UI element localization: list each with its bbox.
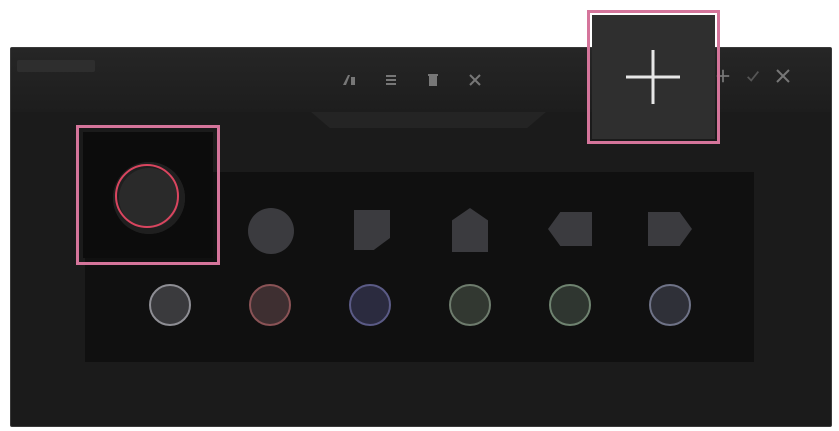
highlight-add-button (587, 10, 720, 144)
color-swatch-5[interactable] (549, 284, 591, 326)
toolbar-notch (311, 112, 546, 128)
delete-icon[interactable] (425, 72, 441, 88)
color-swatch-1[interactable] (149, 284, 191, 326)
selected-ring (115, 164, 179, 228)
check-icon[interactable] (745, 68, 761, 84)
color-swatch-4[interactable] (449, 284, 491, 326)
window-actions (715, 68, 791, 84)
color-swatch-3[interactable] (349, 284, 391, 326)
selected-shape-button[interactable] (113, 162, 185, 234)
color-swatch-6[interactable] (649, 284, 691, 326)
close-icon[interactable] (467, 72, 483, 88)
color-swatch-2[interactable] (249, 284, 291, 326)
edit-icon[interactable] (341, 72, 357, 88)
window-title-placeholder (17, 60, 95, 72)
list-icon[interactable] (383, 72, 399, 88)
shape-circle[interactable] (248, 208, 294, 254)
top-toolbar (341, 72, 483, 88)
close-icon[interactable] (775, 68, 791, 84)
